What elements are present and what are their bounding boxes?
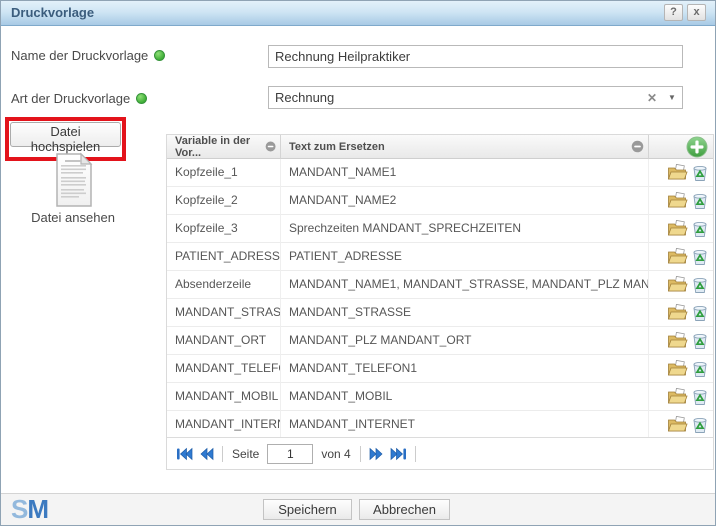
table-row[interactable]: Absenderzeile MANDANT_NAME1, MANDANT_STR…	[167, 271, 713, 299]
table-row[interactable]: MANDANT_MOBIL MANDANT_MOBIL	[167, 383, 713, 411]
column-menu-icon[interactable]	[631, 140, 644, 153]
column-header-variable-text: Variable in der Vor...	[175, 135, 265, 159]
type-combobox[interactable]: Rechnung ✕ ▼	[268, 86, 683, 109]
open-folder-icon[interactable]	[667, 332, 688, 349]
table-row[interactable]: MANDANT_ORT MANDANT_PLZ MANDANT_ORT	[167, 327, 713, 355]
delete-trash-icon[interactable]	[691, 416, 709, 434]
cell-text: Sprechzeiten MANDANT_SPRECHZEITEN	[281, 215, 649, 243]
dialog-title: Druckvorlage	[11, 5, 94, 20]
pager-separator	[222, 446, 223, 462]
type-label: Art der Druckvorlage	[11, 91, 147, 106]
delete-trash-icon[interactable]	[691, 192, 709, 210]
cell-text: MANDANT_INTERNET	[281, 411, 649, 439]
delete-trash-icon[interactable]	[691, 248, 709, 266]
druckvorlage-dialog: Druckvorlage ? x Name der Druckvorlage A…	[0, 0, 716, 526]
column-header-variable[interactable]: Variable in der Vor...	[167, 135, 281, 159]
cell-text: MANDANT_TELEFON1	[281, 355, 649, 383]
delete-trash-icon[interactable]	[691, 388, 709, 406]
cell-variable: MANDANT_ORT	[167, 327, 281, 355]
type-label-text: Art der Druckvorlage	[11, 91, 130, 106]
table-row[interactable]: MANDANT_INTERNET MANDANT_INTERNET	[167, 411, 713, 439]
cell-variable: MANDANT_INTERNET	[167, 411, 281, 439]
page-count-label: von 4	[321, 447, 350, 461]
next-page-icon[interactable]	[366, 444, 388, 464]
last-page-icon[interactable]	[388, 444, 410, 464]
open-folder-icon[interactable]	[667, 416, 688, 433]
open-folder-icon[interactable]	[667, 220, 688, 237]
pager-separator	[415, 446, 416, 462]
column-header-text[interactable]: Text zum Ersetzen	[281, 135, 649, 159]
cell-variable: MANDANT_MOBIL	[167, 383, 281, 411]
cell-text: PATIENT_ADRESSE	[281, 243, 649, 271]
cell-text: MANDANT_STRASSE	[281, 299, 649, 327]
table-row[interactable]: Kopfzeile_3 Sprechzeiten MANDANT_SPRECHZ…	[167, 215, 713, 243]
add-row-icon[interactable]	[686, 136, 708, 158]
pagination-bar: Seite von 4	[167, 437, 713, 469]
table-row[interactable]: Kopfzeile_2 MANDANT_NAME2	[167, 187, 713, 215]
page-label: Seite	[232, 447, 259, 461]
table-row[interactable]: PATIENT_ADRESSE PATIENT_ADRESSE	[167, 243, 713, 271]
dialog-footer: SM Speichern Abbrechen	[1, 493, 715, 525]
cell-text: MANDANT_PLZ MANDANT_ORT	[281, 327, 649, 355]
first-page-icon[interactable]	[173, 444, 195, 464]
cell-text: MANDANT_NAME1, MANDANT_STRASSE, MANDANT_…	[281, 271, 649, 299]
sm-logo: SM	[11, 494, 48, 525]
open-folder-icon[interactable]	[667, 304, 688, 321]
upload-file-button[interactable]: Datei hochspielen	[10, 122, 121, 147]
cell-variable: MANDANT_TELEFON1	[167, 355, 281, 383]
cell-text: MANDANT_MOBIL	[281, 383, 649, 411]
help-button[interactable]: ?	[664, 4, 683, 21]
document-icon[interactable]	[51, 152, 95, 208]
cell-variable: Kopfzeile_2	[167, 187, 281, 215]
delete-trash-icon[interactable]	[691, 220, 709, 238]
type-combobox-value: Rechnung	[269, 90, 642, 105]
column-menu-icon[interactable]	[265, 140, 276, 153]
cell-variable: Absenderzeile	[167, 271, 281, 299]
required-indicator-icon	[154, 50, 165, 61]
table-row[interactable]: MANDANT_TELEFON1 MANDANT_TELEFON1	[167, 355, 713, 383]
column-header-text-text: Text zum Ersetzen	[289, 141, 385, 153]
name-label-text: Name der Druckvorlage	[11, 48, 148, 63]
delete-trash-icon[interactable]	[691, 360, 709, 378]
close-button[interactable]: x	[687, 4, 706, 21]
delete-trash-icon[interactable]	[691, 276, 709, 294]
open-folder-icon[interactable]	[667, 248, 688, 265]
name-label: Name der Druckvorlage	[11, 48, 165, 63]
required-indicator-icon	[136, 93, 147, 104]
delete-trash-icon[interactable]	[691, 332, 709, 350]
logo-letter-m: M	[27, 494, 48, 524]
save-button[interactable]: Speichern	[263, 499, 352, 520]
clear-icon[interactable]: ✕	[642, 91, 662, 105]
delete-trash-icon[interactable]	[691, 164, 709, 182]
variables-table: Variable in der Vor... Text zum Ersetzen…	[166, 134, 714, 470]
view-file-label[interactable]: Datei ansehen	[13, 210, 133, 225]
table-header: Variable in der Vor... Text zum Ersetzen	[167, 135, 713, 159]
name-input[interactable]	[268, 45, 683, 68]
logo-letter-s: S	[11, 494, 27, 524]
cancel-button[interactable]: Abbrechen	[359, 499, 450, 520]
page-number-input[interactable]	[267, 444, 313, 464]
table-row[interactable]: MANDANT_STRASSE MANDANT_STRASSE	[167, 299, 713, 327]
dialog-titlebar: Druckvorlage ? x	[1, 1, 715, 26]
previous-page-icon[interactable]	[195, 444, 217, 464]
pager-separator	[360, 446, 361, 462]
open-folder-icon[interactable]	[667, 388, 688, 405]
cell-variable: MANDANT_STRASSE	[167, 299, 281, 327]
delete-trash-icon[interactable]	[691, 304, 709, 322]
cell-text: MANDANT_NAME1	[281, 159, 649, 187]
open-folder-icon[interactable]	[667, 192, 688, 209]
cell-variable: Kopfzeile_3	[167, 215, 281, 243]
column-header-actions	[649, 135, 713, 159]
cell-text: MANDANT_NAME2	[281, 187, 649, 215]
open-folder-icon[interactable]	[667, 360, 688, 377]
open-folder-icon[interactable]	[667, 276, 688, 293]
table-row[interactable]: Kopfzeile_1 MANDANT_NAME1	[167, 159, 713, 187]
cell-variable: Kopfzeile_1	[167, 159, 281, 187]
cell-variable: PATIENT_ADRESSE	[167, 243, 281, 271]
open-folder-icon[interactable]	[667, 164, 688, 181]
chevron-down-icon[interactable]: ▼	[662, 93, 682, 102]
